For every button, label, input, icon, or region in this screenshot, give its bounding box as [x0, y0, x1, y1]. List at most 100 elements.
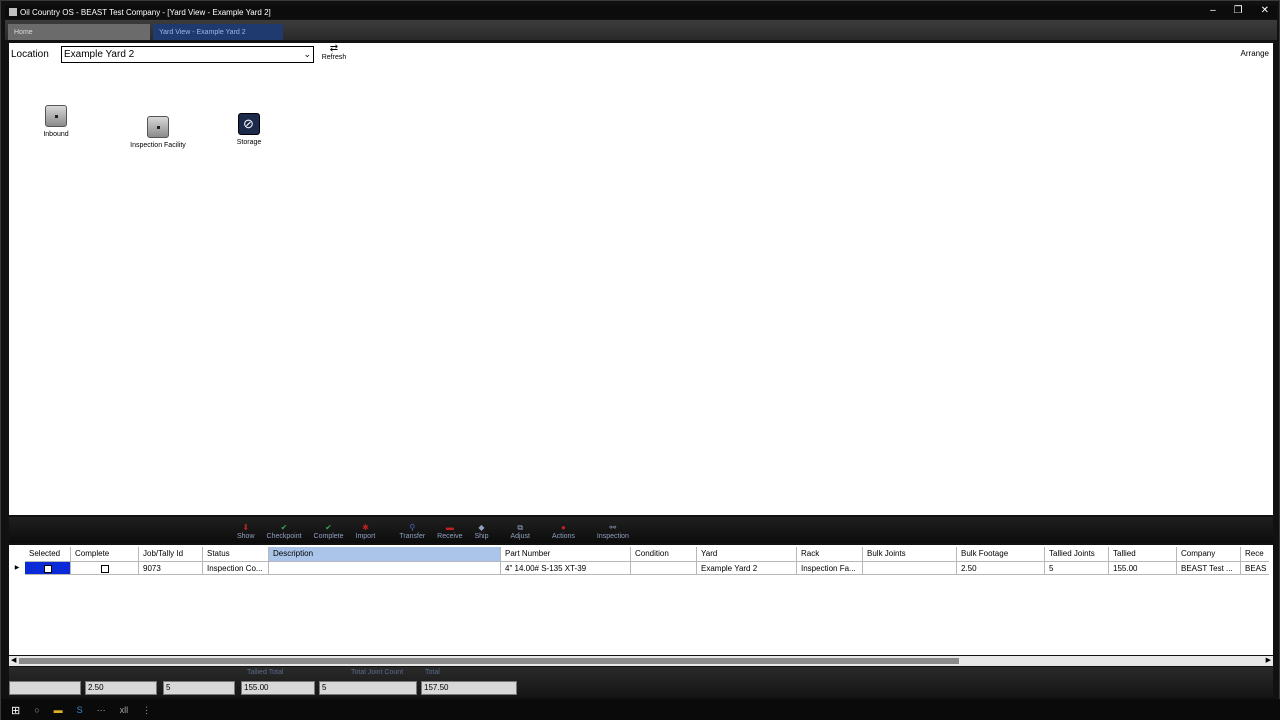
scroll-left-icon[interactable]: ◀	[11, 656, 16, 664]
node-storage[interactable]: Storage	[214, 113, 284, 146]
grid-toolbar: ⬇ Show ✔ Checkpoint ✔ Complete ✱ Import ⚲ Tra…	[9, 517, 1273, 543]
adjust-button[interactable]: ⧉ Adjust	[504, 523, 535, 543]
cell-condition	[631, 561, 697, 575]
checkpoint-button[interactable]: ✔ Checkpoint	[261, 523, 308, 543]
location-select[interactable]: Example Yard 2 ⌄	[61, 46, 314, 63]
green-check-icon: ✔	[280, 523, 288, 532]
total-joint-count-label: Total Joint Count	[351, 669, 404, 676]
scrollbar-thumb[interactable]	[19, 658, 959, 664]
table-row[interactable]: ▶ 9073 Inspection Co... 4" 14.00# S-135 …	[9, 561, 1269, 575]
scroll-right-icon[interactable]: ▶	[1266, 656, 1271, 664]
column-header[interactable]: Tallied Joints	[1045, 547, 1109, 561]
complete-checkbox[interactable]	[71, 561, 139, 575]
selected-checkbox[interactable]	[25, 561, 71, 575]
ship-button[interactable]: ◆ Ship	[468, 523, 494, 543]
toolbar-label: Receive	[437, 533, 463, 540]
adjust-icon: ⧉	[517, 523, 524, 532]
toolbar-label: Transfer	[399, 533, 426, 540]
column-header[interactable]: Description	[269, 547, 501, 561]
storage-icon	[238, 113, 260, 135]
taskbar-app-icon[interactable]: ⋮	[142, 705, 151, 716]
receive-icon: ▬	[445, 523, 454, 532]
application-window: Oil Country OS - BEAST Test Company - [Y…	[0, 0, 1280, 720]
minimize-button[interactable]: –	[1210, 5, 1216, 16]
inspection-button[interactable]: ⚯ Inspection	[591, 523, 635, 543]
column-header[interactable]: Rece	[1241, 547, 1269, 561]
green-check-icon: ✔	[325, 523, 332, 532]
transfer-button[interactable]: ⚲ Transfer	[393, 523, 431, 543]
close-button[interactable]: ✕	[1261, 5, 1269, 16]
column-header[interactable]: Bulk Footage	[957, 547, 1045, 561]
cell-description[interactable]	[269, 561, 501, 575]
column-header[interactable]: Bulk Joints	[863, 547, 957, 561]
column-header[interactable]: Selected	[25, 547, 71, 561]
receive-button[interactable]: ▬ Receive	[431, 523, 468, 543]
column-header[interactable]: Condition	[631, 547, 697, 561]
location-select-value: Example Yard 2	[64, 49, 135, 60]
total-label: Total	[425, 669, 440, 676]
toolbar-label: Adjust	[510, 533, 530, 540]
rack-icon	[147, 116, 169, 138]
grid-header: Selected Complete Job/Tally Id Status De…	[9, 547, 1269, 561]
skype-icon[interactable]: S	[77, 705, 83, 715]
column-header[interactable]: Complete	[71, 547, 139, 561]
cell-tallied: 155.00	[1109, 561, 1177, 575]
arrange-button[interactable]: Arrange	[1241, 49, 1269, 58]
red-import-icon: ✱	[362, 523, 369, 532]
toolbar-label: Complete	[313, 533, 344, 540]
show-button[interactable]: ⬇ Show	[231, 523, 261, 543]
cell-yard: Example Yard 2	[697, 561, 797, 575]
tab-yard-view[interactable]: Yard View - Example Yard 2	[153, 24, 283, 40]
cell-rack: Inspection Fa...	[797, 561, 863, 575]
grand-total: 157.50	[421, 681, 517, 695]
total-bulk-footage: 2.50	[85, 681, 157, 695]
app-icon	[9, 8, 17, 16]
column-header[interactable]: Part Number	[501, 547, 631, 561]
node-inspection-facility[interactable]: Inspection Facility	[123, 116, 193, 149]
inventory-grid: Selected Complete Job/Tally Id Status De…	[9, 545, 1273, 655]
tab-home-label: Home	[14, 28, 33, 36]
column-header[interactable]: Yard	[697, 547, 797, 561]
search-icon[interactable]: ○	[34, 705, 39, 715]
toolbar-label: Checkpoint	[266, 533, 302, 540]
taskbar-app-icon[interactable]: ⋯	[97, 705, 106, 716]
cell-bulk-joints	[863, 561, 957, 575]
node-inbound[interactable]: Inbound	[21, 105, 91, 138]
taskbar: ⊞ ○ ▬ S ⋯ xll ⋮	[1, 699, 1280, 720]
yard-view-canvas: Location Example Yard 2 ⌄ ⇄ Refresh Arra…	[9, 43, 1273, 515]
toolbar-label: Ship	[474, 533, 489, 540]
column-header[interactable]: Company	[1177, 547, 1241, 561]
title-bar: Oil Country OS - BEAST Test Company - [Y…	[5, 5, 1277, 19]
actions-button[interactable]: ● Actions	[546, 523, 581, 543]
folder-icon[interactable]: ▬	[54, 705, 63, 715]
refresh-icon: ⇄	[329, 43, 339, 54]
window-title: Oil Country OS - BEAST Test Company - [Y…	[20, 7, 271, 17]
tab-home[interactable]: Home	[8, 24, 150, 40]
tab-yard-view-label: Yard View - Example Yard 2	[159, 28, 246, 36]
total-joints: 5	[163, 681, 235, 695]
taskbar-excel[interactable]: xll	[120, 705, 129, 715]
search-icon: ⚲	[409, 523, 416, 532]
windows-start-icon[interactable]: ⊞	[11, 704, 20, 717]
document-tabs: Home Yard View - Example Yard 2	[5, 20, 1277, 40]
column-header[interactable]: Rack	[797, 547, 863, 561]
maximize-button[interactable]: ❐	[1234, 5, 1243, 16]
actions-icon: ●	[561, 523, 566, 532]
column-header[interactable]: Tallied	[1109, 547, 1177, 561]
window-controls: – ❐ ✕	[1210, 5, 1269, 16]
total-tallied: 155.00	[241, 681, 315, 695]
column-header[interactable]: Job/Tally Id	[139, 547, 203, 561]
complete-button[interactable]: ✔ Complete	[308, 523, 350, 543]
cell-received: BEAS	[1241, 561, 1269, 575]
import-button[interactable]: ✱ Import	[350, 523, 382, 543]
horizontal-scrollbar[interactable]: ◀ ▶	[9, 656, 1273, 666]
column-header[interactable]: Status	[203, 547, 269, 561]
location-label: Location	[11, 49, 49, 60]
row-indicator-icon: ▶	[14, 565, 20, 571]
chevron-down-icon: ⌄	[303, 49, 311, 59]
refresh-label: Refresh	[321, 54, 347, 61]
cell-tallied-joints: 5	[1045, 561, 1109, 575]
totals-bar: Tallied Total Total Joint Count Total 2.…	[9, 667, 1273, 697]
cell-status: Inspection Co...	[203, 561, 269, 575]
refresh-button[interactable]: ⇄ Refresh	[319, 44, 349, 66]
